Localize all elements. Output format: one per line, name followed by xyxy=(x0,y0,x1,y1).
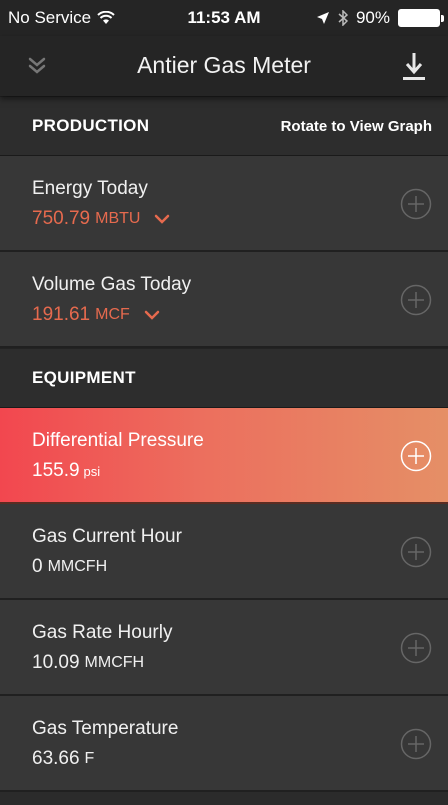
production-header: PRODUCTION Rotate to View Graph xyxy=(0,96,448,156)
value-number: 750.79 xyxy=(32,208,91,229)
app-title: Antier Gas Meter xyxy=(137,52,311,78)
chevron-down-icon[interactable] xyxy=(154,213,170,225)
row-name: Gas Current Hour xyxy=(32,526,182,547)
battery-icon xyxy=(398,9,444,27)
production-label: PRODUCTION xyxy=(32,116,150,135)
production-row-volume[interactable]: Volume Gas Today 191.61 MCF xyxy=(0,252,448,348)
rotate-hint: Rotate to View Graph xyxy=(280,117,432,135)
row-name: Gas Temperature xyxy=(32,718,179,739)
bluetooth-icon xyxy=(338,10,348,26)
nav-bar: Antier Gas Meter xyxy=(0,36,448,96)
value-unit: MMCFH xyxy=(47,558,108,575)
production-row-energy[interactable]: Energy Today 750.79 MBTU xyxy=(0,156,448,252)
value-number: 63.66 xyxy=(32,748,80,769)
add-circle-icon[interactable] xyxy=(400,536,432,568)
add-circle-icon[interactable] xyxy=(400,440,432,472)
value-number: 0 xyxy=(32,556,43,577)
equipment-row-gas-temperature[interactable]: Gas Temperature 63.66 F xyxy=(0,696,448,792)
row-name: Differential Pressure xyxy=(32,430,204,451)
location-arrow-icon xyxy=(316,12,329,24)
add-circle-icon[interactable] xyxy=(400,632,432,664)
row-name: Energy Today xyxy=(32,178,148,199)
value-unit: MMCFH xyxy=(84,654,145,671)
row-value: 155.9 psi xyxy=(32,460,100,482)
equipment-label: EQUIPMENT xyxy=(32,368,136,387)
row-value: 10.09 MMCFH xyxy=(32,652,144,674)
equipment-row-gas-current-hour[interactable]: Gas Current Hour 0 MMCFH xyxy=(0,504,448,600)
status-bar: No Service 11:53 AM 90% xyxy=(0,0,448,36)
equipment-row-gas-rate-hourly[interactable]: Gas Rate Hourly 10.09 MMCFH xyxy=(0,600,448,696)
value-unit: F xyxy=(84,750,95,767)
value-unit: MBTU xyxy=(95,210,141,227)
row-value[interactable]: 191.61 MCF xyxy=(32,304,160,326)
equipment-row-differential-pressure[interactable]: Differential Pressure 155.9 psi xyxy=(0,408,448,504)
row-name: Gas Rate Hourly xyxy=(32,622,173,643)
download-icon[interactable] xyxy=(400,50,428,84)
wifi-icon xyxy=(97,11,115,24)
value-number: 155.9 xyxy=(32,460,80,481)
row-value: 63.66 F xyxy=(32,748,94,770)
battery-percent: 90% xyxy=(355,8,390,27)
add-circle-icon[interactable] xyxy=(400,284,432,316)
value-unit: MCF xyxy=(95,306,130,323)
status-right: 90% xyxy=(316,8,444,28)
value-number: 191.61 xyxy=(32,304,91,325)
row-name: Volume Gas Today xyxy=(32,274,192,295)
add-circle-icon[interactable] xyxy=(400,188,432,220)
carrier-label: No Service xyxy=(8,8,92,27)
value-number: 10.09 xyxy=(32,652,80,673)
row-value[interactable]: 750.79 MBTU xyxy=(32,208,170,230)
add-circle-icon[interactable] xyxy=(400,728,432,760)
row-value: 0 MMCFH xyxy=(32,556,107,578)
equipment-header: EQUIPMENT xyxy=(0,348,448,408)
status-time: 11:53 AM xyxy=(187,8,261,27)
value-unit: psi xyxy=(83,463,101,479)
status-left: No Service xyxy=(8,8,115,28)
chevron-down-icon[interactable] xyxy=(144,309,160,321)
